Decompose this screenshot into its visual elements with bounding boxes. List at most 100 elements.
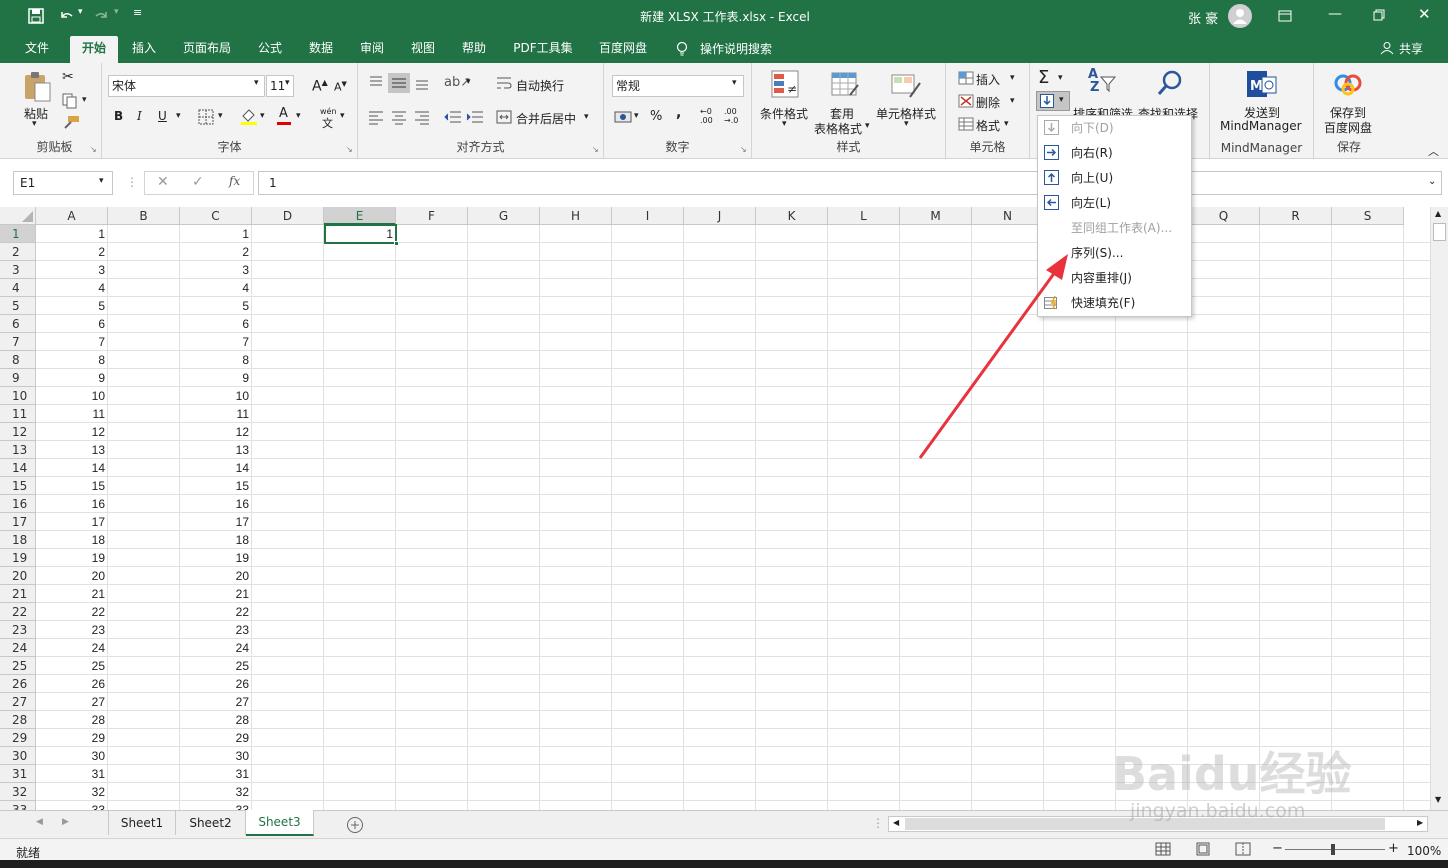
fill-color-icon[interactable] [240,107,258,125]
cell-C[interactable]: 14 [180,459,252,477]
cell-A[interactable]: 23 [36,621,108,639]
copy-dropdown-icon[interactable]: ▾ [82,95,87,105]
cell-C[interactable]: 4 [180,279,252,297]
send-to-mindmanager-label[interactable]: MindManager [1220,119,1302,133]
cell-C[interactable]: 6 [180,315,252,333]
tab-review[interactable]: 审阅 [354,36,390,63]
column-header[interactable]: I [612,207,684,225]
row-header[interactable]: 8 [0,351,36,369]
expand-formula-icon[interactable]: ⌄ [1428,176,1436,187]
row-header[interactable]: 32 [0,783,36,801]
row-header[interactable]: 22 [0,603,36,621]
zoom-slider-thumb[interactable] [1331,844,1335,855]
cell-A[interactable]: 11 [36,405,108,423]
cell-A[interactable]: 26 [36,675,108,693]
cell-A[interactable]: 16 [36,495,108,513]
cell-A[interactable]: 7 [36,333,108,351]
column-header[interactable]: N [972,207,1044,225]
row-header[interactable]: 31 [0,765,36,783]
column-header[interactable]: E [324,207,396,225]
fill-color-dropdown-icon[interactable]: ▾ [260,111,265,121]
sheet-tab-sheet1[interactable]: Sheet1 [108,811,176,835]
menu-item-fill-right[interactable]: 向右(R) [1038,141,1191,166]
cell-A[interactable]: 10 [36,387,108,405]
row-header[interactable]: 18 [0,531,36,549]
cell-C[interactable]: 16 [180,495,252,513]
column-header[interactable]: D [252,207,324,225]
row-header[interactable]: 27 [0,693,36,711]
font-color-dropdown-icon[interactable]: ▾ [296,111,301,121]
share-button[interactable]: 共享 [1399,40,1423,57]
row-header[interactable]: 13 [0,441,36,459]
row-header[interactable]: 10 [0,387,36,405]
cell-C[interactable]: 29 [180,729,252,747]
cell-C[interactable]: 2 [180,243,252,261]
orientation-dropdown-icon[interactable]: ▾ [466,77,471,87]
save-to-baidu-label[interactable]: 百度网盘 [1324,119,1372,136]
row-header[interactable]: 30 [0,747,36,765]
align-left-icon[interactable] [368,109,384,125]
column-header[interactable]: A [36,207,108,225]
row-header[interactable]: 15 [0,477,36,495]
column-header[interactable]: L [828,207,900,225]
cell-A[interactable]: 15 [36,477,108,495]
column-header[interactable]: C [180,207,252,225]
format-cells-button[interactable]: 格式 [976,117,1000,134]
row-header[interactable]: 24 [0,639,36,657]
row-header[interactable]: 6 [0,315,36,333]
percent-button[interactable]: % [650,109,662,124]
cell-A[interactable]: 19 [36,549,108,567]
font-size-dropdown-icon[interactable]: ▾ [285,78,290,88]
cell-C[interactable]: 8 [180,351,252,369]
row-header[interactable]: 17 [0,513,36,531]
cell-C[interactable]: 18 [180,531,252,549]
save-icon[interactable] [28,8,44,24]
copy-icon[interactable] [62,93,78,109]
row-header[interactable]: 25 [0,657,36,675]
align-center-icon[interactable] [391,109,407,125]
tab-formulas[interactable]: 公式 [252,36,288,63]
cell-A[interactable]: 5 [36,297,108,315]
italic-button[interactable]: I [137,109,142,123]
row-header[interactable]: 1 [0,225,36,243]
cell-C[interactable]: 33 [180,801,252,810]
row-header[interactable]: 21 [0,585,36,603]
minimize-icon[interactable]: — [1328,6,1342,22]
normal-view-icon[interactable] [1155,842,1171,856]
cell-C[interactable]: 7 [180,333,252,351]
cell-C[interactable]: 32 [180,783,252,801]
tab-pdf-tools[interactable]: PDF工具集 [508,36,578,63]
row-header[interactable]: 33 [0,801,36,810]
name-box[interactable]: E1 [13,171,113,195]
row-header[interactable]: 3 [0,261,36,279]
delete-cells-button[interactable]: 删除 [976,94,1000,111]
autosum-dropdown-icon[interactable]: ▾ [1058,73,1063,83]
column-header[interactable]: M [900,207,972,225]
cell-styles-dropdown-icon[interactable]: ▾ [904,119,909,129]
font-color-icon[interactable]: A [279,106,288,121]
cell-A[interactable]: 4 [36,279,108,297]
tab-home[interactable]: 开始 [70,36,118,63]
cell-A[interactable]: 2 [36,243,108,261]
row-header[interactable]: 12 [0,423,36,441]
row-header[interactable]: 2 [0,243,36,261]
bottom-align-icon[interactable] [414,75,430,91]
zoom-level[interactable]: 100% [1407,844,1441,858]
row-header[interactable]: 29 [0,729,36,747]
increase-font-icon[interactable]: A▲ [312,78,328,95]
scroll-left-icon[interactable]: ◀ [893,818,899,827]
fill-button[interactable]: ▾ [1036,91,1070,111]
column-header[interactable]: S [1332,207,1404,225]
format-as-table-dropdown-icon[interactable]: ▾ [865,121,870,131]
cell-C[interactable]: 13 [180,441,252,459]
underline-button[interactable]: U [158,109,167,123]
cell-C[interactable]: 17 [180,513,252,531]
cell-A[interactable]: 18 [36,531,108,549]
insert-dropdown-icon[interactable]: ▾ [1010,73,1015,83]
zoom-slider[interactable] [1285,849,1385,850]
font-name-dropdown-icon[interactable]: ▾ [254,78,259,88]
cell-C[interactable]: 12 [180,423,252,441]
cell-C[interactable]: 10 [180,387,252,405]
name-box-dropdown-icon[interactable]: ▾ [99,176,104,186]
cell-A[interactable]: 32 [36,783,108,801]
